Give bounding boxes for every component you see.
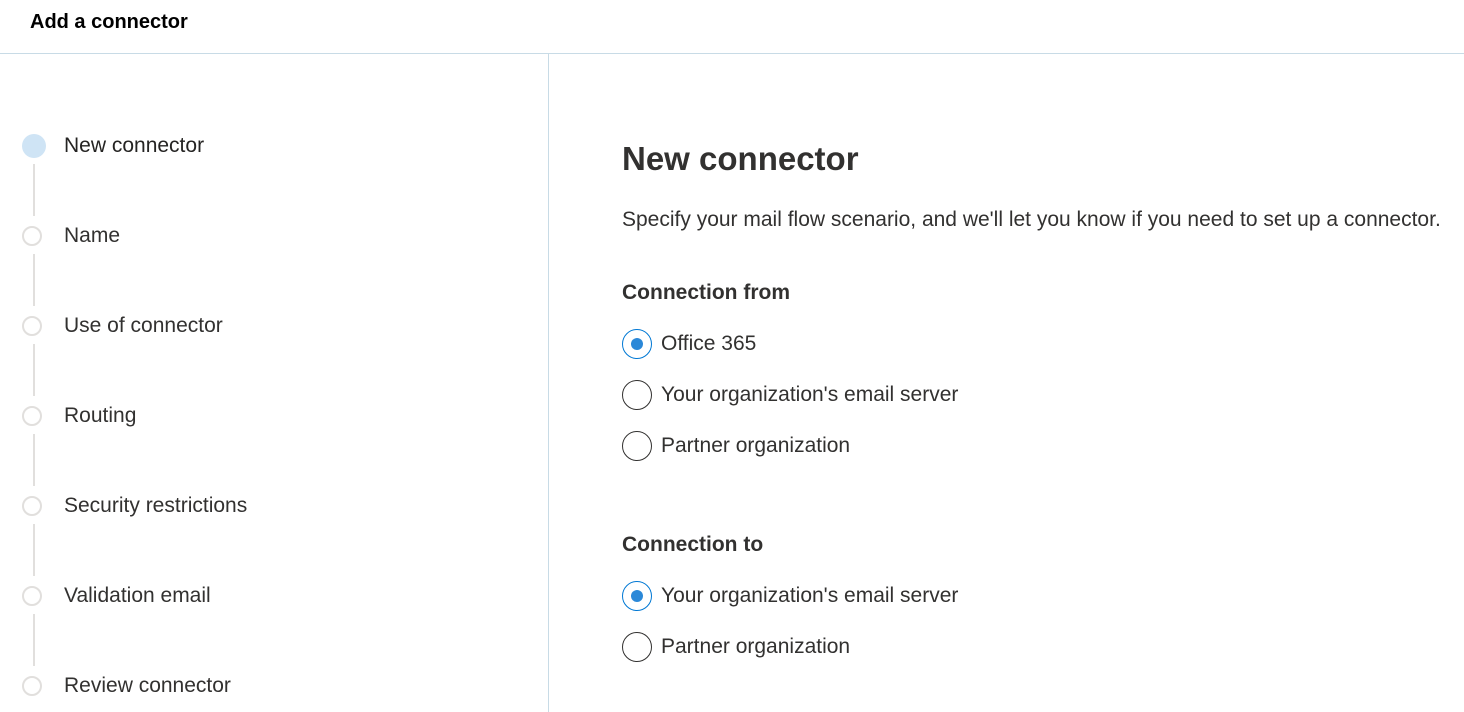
step-new-connector[interactable]: New connector bbox=[0, 133, 300, 163]
step-label: Security restrictions bbox=[64, 494, 248, 517]
step-active-indicator-icon bbox=[22, 134, 46, 158]
radio-label: Partner organization bbox=[661, 635, 851, 658]
step-pending-indicator-icon bbox=[22, 316, 42, 336]
page-description: Specify your mail flow scenario, and we'… bbox=[622, 208, 1441, 231]
radio-from-partner-org[interactable]: Partner organization bbox=[622, 431, 882, 463]
step-label: New connector bbox=[64, 134, 205, 157]
step-label: Routing bbox=[64, 404, 137, 427]
connection-to-label: Connection to bbox=[622, 533, 764, 556]
radio-from-org-email-server[interactable]: Your organization's email server bbox=[622, 380, 982, 412]
step-label: Name bbox=[64, 224, 121, 247]
radio-to-partner-org[interactable]: Partner organization bbox=[622, 632, 882, 664]
step-label: Review connector bbox=[64, 674, 231, 697]
radio-label: Partner organization bbox=[661, 434, 851, 457]
radio-from-office-365[interactable]: Office 365 bbox=[622, 329, 822, 361]
radio-unchecked-icon[interactable] bbox=[622, 431, 652, 461]
radio-label: Your organization's email server bbox=[661, 584, 959, 607]
connection-from-label: Connection from bbox=[622, 281, 790, 304]
radio-unchecked-icon[interactable] bbox=[622, 380, 652, 410]
radio-label: Office 365 bbox=[661, 332, 757, 355]
step-connector-line bbox=[33, 164, 35, 216]
wizard-steps: New connector Name Use of connector Rout… bbox=[0, 54, 549, 712]
page-title: New connector bbox=[622, 140, 859, 177]
step-security-restrictions[interactable]: Security restrictions bbox=[0, 493, 300, 523]
step-use-of-connector[interactable]: Use of connector bbox=[0, 313, 300, 343]
step-validation-email[interactable]: Validation email bbox=[0, 583, 300, 613]
step-pending-indicator-icon bbox=[22, 406, 42, 426]
step-routing[interactable]: Routing bbox=[0, 403, 300, 433]
main-content: New connector Specify your mail flow sce… bbox=[550, 54, 1464, 712]
panel-title: Add a connector bbox=[30, 11, 188, 33]
step-pending-indicator-icon bbox=[22, 586, 42, 606]
step-pending-indicator-icon bbox=[22, 676, 42, 696]
radio-unchecked-icon[interactable] bbox=[622, 632, 652, 662]
step-pending-indicator-icon bbox=[22, 226, 42, 246]
radio-checked-icon[interactable] bbox=[622, 329, 652, 359]
step-name[interactable]: Name bbox=[0, 223, 300, 253]
radio-dot-icon bbox=[631, 590, 643, 602]
radio-label: Your organization's email server bbox=[661, 383, 959, 406]
step-connector-line bbox=[33, 614, 35, 666]
step-label: Use of connector bbox=[64, 314, 223, 337]
radio-checked-icon[interactable] bbox=[622, 581, 652, 611]
step-review-connector[interactable]: Review connector bbox=[0, 673, 300, 703]
step-label: Validation email bbox=[64, 584, 211, 607]
panel-header: Add a connector bbox=[0, 0, 1464, 54]
step-connector-line bbox=[33, 254, 35, 306]
radio-to-org-email-server[interactable]: Your organization's email server bbox=[622, 581, 982, 613]
step-pending-indicator-icon bbox=[22, 496, 42, 516]
radio-dot-icon bbox=[631, 338, 643, 350]
step-connector-line bbox=[33, 434, 35, 486]
step-connector-line bbox=[33, 344, 35, 396]
step-connector-line bbox=[33, 524, 35, 576]
